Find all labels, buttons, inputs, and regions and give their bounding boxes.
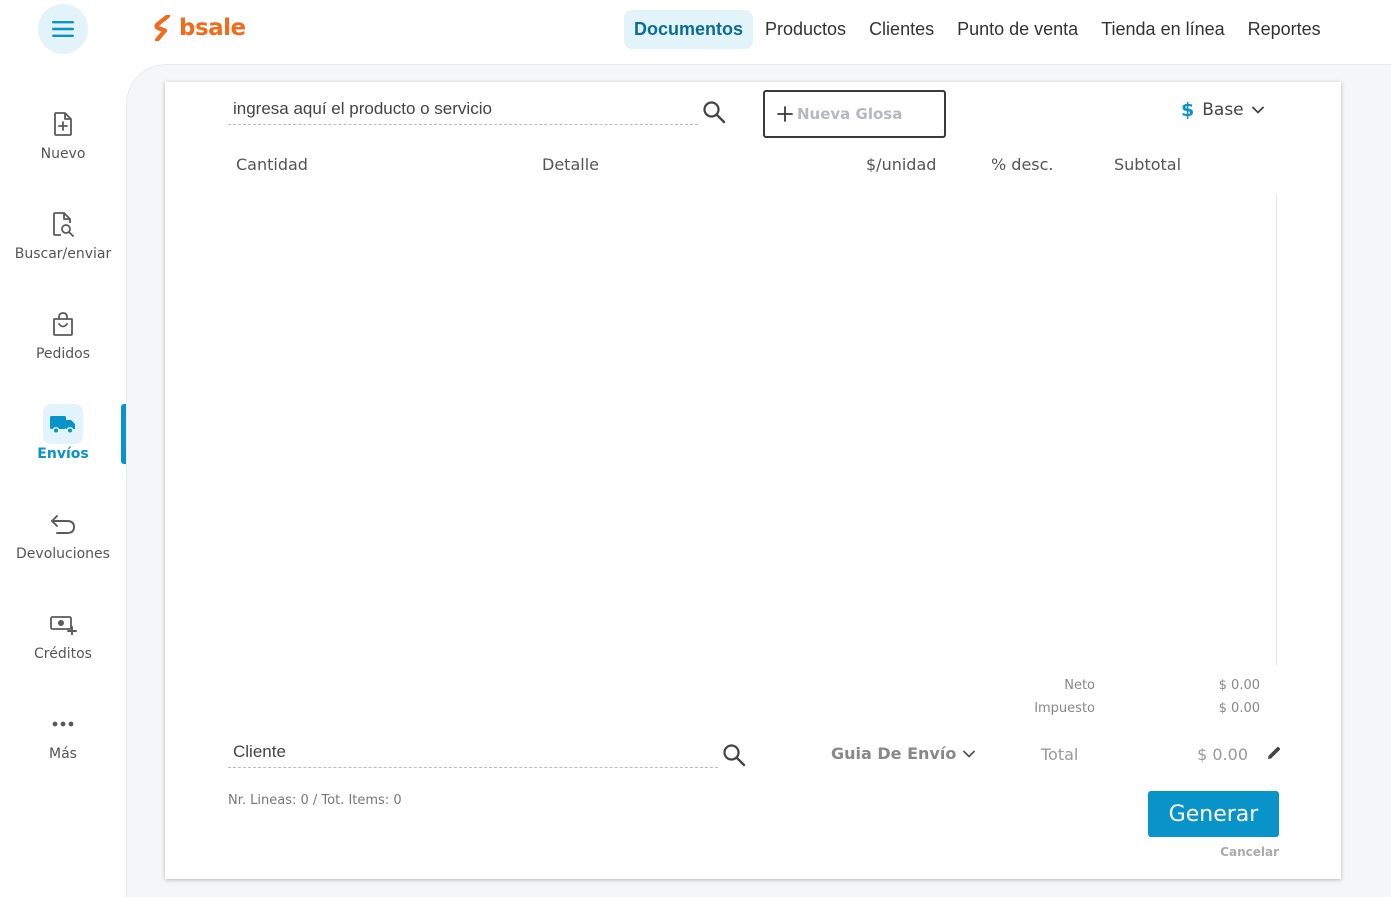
new-glosa-button[interactable]: Nueva Glosa	[763, 90, 946, 138]
items-table-divider	[1276, 194, 1277, 666]
return-arrow-icon	[43, 504, 83, 544]
product-search-icon[interactable]	[702, 100, 726, 129]
sidebar-item-mas[interactable]: Más	[0, 704, 126, 784]
cancel-link[interactable]: Cancelar	[1199, 845, 1279, 859]
sidebar-active-indicator	[121, 404, 126, 464]
total-label: Total	[1041, 745, 1079, 764]
nav-reportes[interactable]: Reportes	[1236, 10, 1332, 49]
sidebar-item-creditos[interactable]: Créditos	[0, 604, 126, 684]
hamburger-icon	[52, 21, 74, 37]
sidebar-item-buscar-enviar[interactable]: Buscar/enviar	[0, 204, 126, 284]
truck-icon	[43, 404, 83, 444]
neto-label: Neto	[1064, 678, 1095, 693]
nav-punto-de-venta[interactable]: Punto de venta	[945, 10, 1089, 49]
neto-value: $ 0.00	[1218, 678, 1260, 693]
document-editor-card: Nueva Glosa $ Base Cantidad Detalle $/un…	[165, 82, 1341, 879]
sidebar-item-label: Pedidos	[35, 346, 91, 362]
total-value: $ 0.00	[1197, 745, 1248, 764]
new-glosa-label: Nueva Glosa	[797, 105, 903, 123]
plus-icon	[777, 106, 793, 122]
brand-name: bsale	[179, 15, 246, 41]
sidebar-item-pedidos[interactable]: Pedidos	[0, 304, 126, 384]
edit-pencil-icon[interactable]	[1266, 745, 1282, 766]
column-header-precio-unidad: $/unidad	[866, 155, 937, 174]
document-type-label: Guia De Envío	[831, 744, 957, 763]
product-search-field	[228, 95, 698, 125]
hamburger-menu-button[interactable]	[38, 4, 88, 54]
column-header-subtotal: Subtotal	[1114, 155, 1182, 174]
nav-clientes[interactable]: Clientes	[857, 10, 945, 49]
impuesto-label: Impuesto	[1034, 701, 1095, 716]
nav-tienda-en-linea[interactable]: Tienda en línea	[1089, 10, 1235, 49]
client-search-icon[interactable]	[722, 743, 746, 772]
price-list-dropdown[interactable]: $ Base	[1181, 99, 1264, 121]
price-list-label: Base	[1202, 100, 1244, 120]
nav-productos[interactable]: Productos	[753, 10, 857, 49]
column-header-descuento: % desc.	[991, 155, 1054, 174]
impuesto-value: $ 0.00	[1218, 701, 1260, 716]
sidebar-item-label: Nuevo	[40, 146, 86, 162]
chevron-down-icon	[963, 750, 976, 757]
sidebar-item-label: Buscar/enviar	[14, 246, 112, 262]
bsale-logo-mark-icon	[154, 15, 171, 41]
nav-documentos[interactable]: Documentos	[624, 10, 754, 49]
line-count-summary: Nr. Lineas: 0 / Tot. Items: 0	[228, 793, 402, 808]
chevron-down-icon	[1251, 106, 1264, 114]
sidebar-item-label: Envíos	[37, 446, 89, 462]
sidebar-item-devoluciones[interactable]: Devoluciones	[0, 504, 126, 584]
bsale-logo[interactable]: bsale	[154, 15, 246, 41]
more-dots-icon	[43, 704, 83, 744]
dollar-icon: $	[1181, 99, 1195, 121]
top-bar: bsale Documentos Productos Clientes Punt…	[0, 0, 1391, 64]
shopping-bag-icon	[43, 304, 83, 344]
sidebar-item-nuevo[interactable]: Nuevo	[0, 104, 126, 184]
sidebar-item-label: Créditos	[34, 646, 92, 662]
generate-button[interactable]: Generar	[1148, 791, 1279, 837]
file-search-icon	[43, 204, 83, 244]
product-search-input[interactable]	[228, 95, 698, 123]
file-plus-icon	[43, 104, 83, 144]
document-type-dropdown[interactable]: Guia De Envío	[831, 744, 976, 763]
sidebar-item-envios[interactable]: Envíos	[0, 404, 126, 484]
sidebar-item-label: Devoluciones	[16, 546, 110, 562]
column-header-cantidad: Cantidad	[236, 155, 308, 174]
sidebar: Nuevo Buscar/enviar Pedidos Envíos Devol…	[0, 64, 126, 897]
sidebar-item-label: Más	[49, 746, 77, 762]
client-search-field	[228, 738, 718, 768]
top-navigation: Documentos Productos Clientes Punto de v…	[624, 10, 1332, 49]
money-plus-icon	[43, 604, 83, 644]
client-search-input[interactable]	[228, 738, 718, 766]
column-header-detalle: Detalle	[542, 155, 599, 174]
